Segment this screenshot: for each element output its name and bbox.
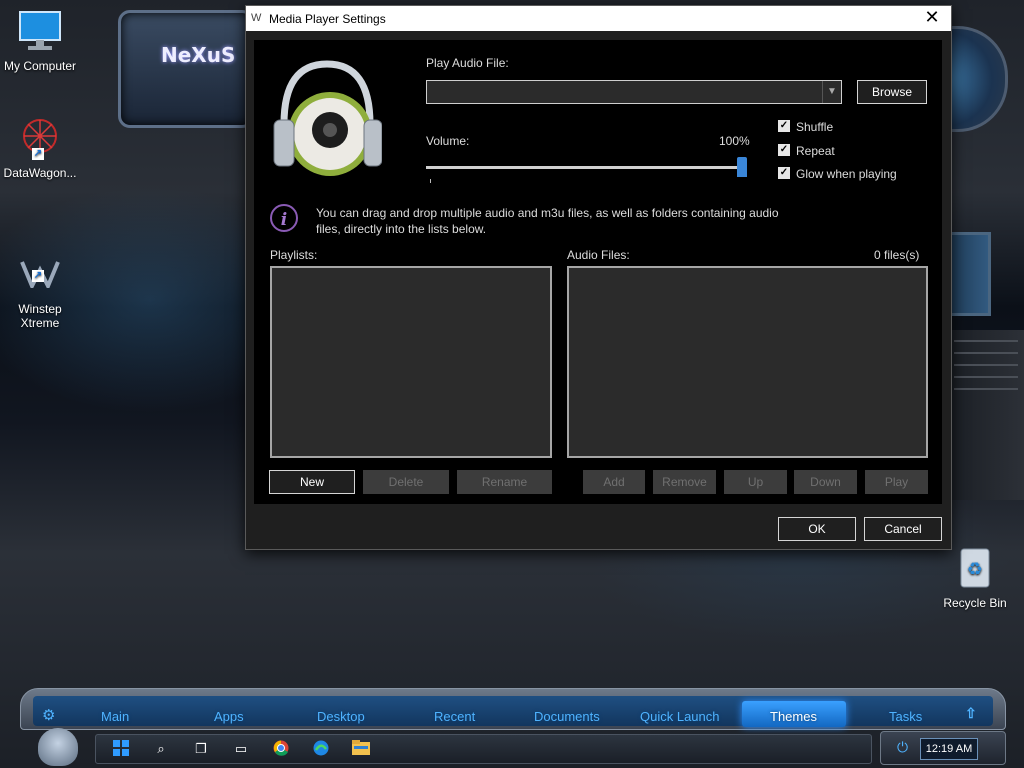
volume-slider-track[interactable] — [426, 166, 744, 169]
desktop-icon-my-computer[interactable]: My Computer — [0, 10, 80, 73]
winstep-app-icon: W — [251, 12, 262, 24]
rename-playlist-button[interactable]: Rename — [457, 470, 552, 494]
power-icon[interactable]: ⏻ — [897, 739, 908, 756]
alien-start-orb[interactable] — [38, 728, 78, 766]
arrow-up-icon[interactable]: ⇧ — [965, 705, 977, 722]
play-audio-label: Play Audio File: — [426, 56, 509, 70]
chat-icon[interactable]: ▭ — [232, 740, 250, 758]
desktop-icon-label: DataWagon... — [3, 166, 77, 180]
media-player-settings-dialog: W Media Player Settings ✕ Play Audio Fil… — [245, 5, 952, 550]
glow-checkbox[interactable]: ✓ — [778, 167, 790, 179]
tab-documents[interactable]: Documents — [534, 709, 600, 724]
slider-tick — [430, 179, 431, 183]
tab-desktop[interactable]: Desktop — [317, 709, 365, 724]
tab-quick-launch[interactable]: Quick Launch — [640, 709, 720, 724]
chrome-icon[interactable] — [272, 740, 290, 758]
playlists-label: Playlists: — [270, 248, 318, 262]
audio-files-label: Audio Files: — [567, 248, 630, 262]
glow-label[interactable]: Glow when playing — [796, 167, 897, 181]
new-playlist-button[interactable]: New — [269, 470, 355, 494]
gear-icon[interactable]: ⚙ — [42, 706, 55, 724]
winstep-icon: ↗ — [18, 246, 62, 291]
monitor-icon — [0, 10, 80, 55]
playlists-list[interactable] — [270, 266, 552, 458]
files-count: 0 files(s) — [874, 248, 920, 262]
dialog-title: Media Player Settings — [269, 12, 386, 26]
move-up-button[interactable]: Up — [724, 470, 787, 494]
tab-themes[interactable]: Themes — [770, 709, 817, 724]
audio-file-combobox[interactable]: ▼ — [426, 80, 842, 104]
svg-text:♻: ♻ — [967, 559, 983, 580]
nexus-logo: NeXuS — [161, 43, 236, 67]
desktop-icon-label: Winstep Xtreme — [18, 302, 62, 330]
settings-panel: Play Audio File: ▼ Browse Volume: 100% ✓… — [254, 40, 942, 504]
drag-drop-info: You can drag and drop multiple audio and… — [316, 206, 779, 236]
chevron-down-icon[interactable]: ▼ — [822, 81, 841, 103]
taskbar — [95, 734, 872, 764]
headphones-speaker-icon — [272, 54, 383, 184]
clock-orb-widget — [945, 26, 1008, 132]
clock[interactable]: 12:19 AM — [920, 738, 978, 760]
file-explorer-icon[interactable] — [352, 740, 370, 758]
audio-files-list[interactable] — [567, 266, 928, 458]
dialog-titlebar[interactable]: W Media Player Settings ✕ — [246, 6, 951, 31]
desktop-icon-recycle-bin[interactable]: ♻ Recycle Bin — [935, 545, 1015, 610]
tab-apps[interactable]: Apps — [214, 709, 244, 724]
shuffle-label[interactable]: Shuffle — [796, 120, 833, 134]
play-file-button[interactable]: Play — [865, 470, 928, 494]
volume-value: 100% — [719, 134, 750, 148]
cancel-button[interactable]: Cancel — [864, 517, 942, 541]
desktop-icon-label: Recycle Bin — [943, 596, 1007, 610]
shortcut-arrow-icon: ↗ — [32, 148, 44, 160]
browse-button[interactable]: Browse — [857, 80, 927, 104]
repeat-label[interactable]: Repeat — [796, 144, 835, 158]
shortcut-arrow-icon: ↗ — [32, 270, 44, 282]
winstep-dock — [20, 688, 1006, 730]
desktop-icon-winstep[interactable]: ↗ Winstep Xtreme — [0, 232, 80, 344]
add-file-button[interactable]: Add — [583, 470, 645, 494]
decorative-rack — [948, 330, 1024, 500]
ok-button[interactable]: OK — [778, 517, 856, 541]
side-panel-widget — [948, 232, 991, 316]
task-view-icon[interactable]: ❐ — [192, 740, 210, 758]
volume-slider-thumb[interactable] — [737, 157, 747, 177]
close-button[interactable]: ✕ — [919, 7, 945, 29]
desktop-icon-label: My Computer — [3, 59, 77, 73]
dock-tab-strip — [33, 696, 993, 726]
tab-tasks[interactable]: Tasks — [889, 709, 922, 724]
info-icon: i — [270, 204, 298, 232]
windows-start-icon[interactable] — [112, 740, 130, 758]
tab-recent[interactable]: Recent — [434, 709, 475, 724]
move-down-button[interactable]: Down — [794, 470, 857, 494]
tab-main[interactable]: Main — [101, 709, 129, 724]
nexus-widget: NeXuS — [118, 10, 254, 128]
remove-file-button[interactable]: Remove — [653, 470, 716, 494]
search-icon[interactable]: ⌕ — [152, 740, 170, 758]
delete-playlist-button[interactable]: Delete — [363, 470, 449, 494]
desktop-icon-datawagon[interactable]: ↗ DataWagon... — [0, 118, 80, 180]
shuffle-checkbox[interactable]: ✓ — [778, 120, 790, 132]
recycle-bin-icon: ♻ — [935, 545, 1015, 592]
datawagon-icon: ↗ — [18, 118, 62, 162]
volume-label: Volume: — [426, 134, 470, 148]
repeat-checkbox[interactable]: ✓ — [778, 144, 790, 156]
edge-icon[interactable] — [312, 740, 330, 758]
